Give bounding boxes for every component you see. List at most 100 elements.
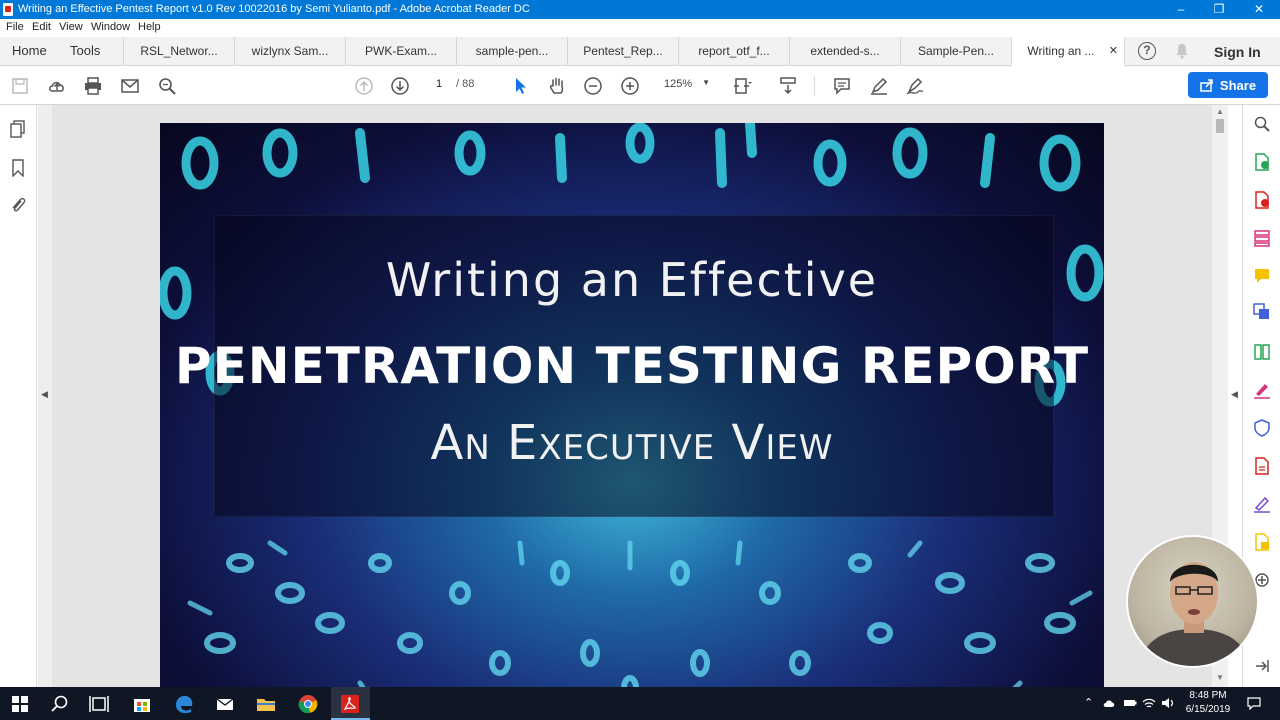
doc-tab-label: Writing an ... (1027, 44, 1095, 58)
doc-tab-label: RSL_Networ... (140, 44, 218, 58)
doc-tab-label: extended-s... (810, 44, 880, 58)
document-title-line2: PENETRATION TESTING REPORT (174, 337, 1090, 395)
home-tab[interactable]: Home (12, 43, 47, 58)
doc-tab-label: report_otf_f... (698, 44, 770, 58)
close-tab-icon[interactable]: ✕ (1109, 37, 1118, 66)
organize-pages-icon[interactable] (1253, 343, 1271, 361)
bookmark-icon[interactable] (9, 159, 27, 177)
email-icon[interactable] (119, 75, 141, 97)
doc-tab[interactable]: PWK-Exam... (345, 37, 456, 66)
bell-icon[interactable] (1174, 43, 1190, 59)
close-window-button[interactable]: ✕ (1240, 0, 1278, 19)
pdf-document-icon[interactable] (1253, 457, 1271, 475)
taskbar-clock[interactable]: 8:48 PM 6/15/2019 (1178, 689, 1238, 717)
left-panel-toggle[interactable]: ◀ (38, 105, 52, 687)
page-number-input[interactable]: 1 (427, 78, 451, 90)
share-button[interactable]: Share (1188, 72, 1268, 98)
menu-help[interactable]: Help (138, 21, 161, 33)
combine-files-icon[interactable] (1253, 303, 1271, 321)
scroll-mode-icon[interactable] (777, 75, 799, 97)
menu-view[interactable]: View (59, 21, 83, 33)
page-fit-icon[interactable] (731, 75, 753, 97)
print-icon[interactable] (82, 75, 104, 97)
doc-tab[interactable]: Pentest_Rep... (567, 37, 678, 66)
left-nav-panel (0, 105, 37, 687)
export-pdf-icon[interactable] (1253, 153, 1271, 171)
scrollbar-thumb[interactable] (1216, 119, 1224, 133)
volume-icon[interactable] (1161, 696, 1175, 710)
battery-icon[interactable] (1123, 696, 1137, 710)
previous-page-icon[interactable] (353, 75, 375, 97)
page-thumbnails-icon[interactable] (9, 120, 27, 138)
chrome-browser-icon[interactable] (297, 693, 319, 715)
doc-tab[interactable]: wizlynx Sam... (234, 37, 345, 66)
tab-bar: Home Tools RSL_Networ... wizlynx Sam... … (0, 37, 1280, 67)
zoom-search-icon[interactable] (1253, 115, 1271, 133)
select-cursor-icon[interactable] (509, 75, 531, 97)
onedrive-cloud-icon[interactable] (1103, 696, 1117, 710)
zoom-in-icon[interactable] (619, 75, 641, 97)
doc-tab[interactable]: report_otf_f... (678, 37, 789, 66)
chevron-left-icon: ◀ (41, 389, 48, 399)
next-page-icon[interactable] (389, 75, 411, 97)
help-icon[interactable]: ? (1138, 42, 1156, 60)
tools-tab[interactable]: Tools (70, 43, 100, 58)
document-title-line3: An Executive View (430, 415, 834, 471)
document-viewport[interactable]: Writing an Effective PENETRATION TESTING… (52, 105, 1212, 687)
windows-start-icon[interactable] (9, 693, 31, 715)
share-label: Share (1219, 77, 1257, 93)
webcam-overlay (1126, 535, 1259, 668)
hand-tool-icon[interactable] (546, 75, 568, 97)
chevron-left-icon: ◀ (1231, 389, 1238, 399)
tray-chevron-up-icon[interactable]: ⌃ (1084, 696, 1098, 710)
file-explorer-icon[interactable] (255, 693, 277, 715)
wifi-icon[interactable] (1142, 696, 1156, 710)
zoom-dropdown[interactable]: 125% ▼ (656, 78, 714, 90)
toolbar: 1 / 88 125% ▼ (0, 66, 1280, 105)
search-icon[interactable] (49, 693, 71, 715)
highlight-pen-icon[interactable] (868, 75, 890, 97)
comment-tool-icon[interactable] (1253, 267, 1271, 285)
scroll-down-icon[interactable]: ▼ (1216, 673, 1224, 682)
doc-tab-active[interactable]: Writing an ... ✕ (1011, 37, 1125, 67)
protect-shield-icon[interactable] (1253, 419, 1271, 437)
acrobat-taskbar-button[interactable] (331, 687, 370, 720)
toolbar-divider (814, 76, 815, 96)
doc-tab-label: PWK-Exam... (364, 44, 437, 58)
task-view-icon[interactable] (88, 693, 110, 715)
acrobat-app-icon (3, 3, 13, 16)
search-icon[interactable] (156, 75, 178, 97)
doc-tab-label: Sample-Pen... (917, 44, 995, 58)
save-icon[interactable] (9, 75, 31, 97)
minimize-button[interactable]: – (1162, 0, 1200, 19)
edit-pdf-icon[interactable] (1253, 229, 1271, 247)
sign-in-link[interactable]: Sign In (1214, 44, 1261, 60)
doc-tab[interactable]: sample-pen... (456, 37, 567, 66)
notification-center-icon[interactable] (1247, 696, 1261, 710)
mail-icon[interactable] (214, 693, 236, 715)
collapse-panel-icon[interactable] (1253, 657, 1271, 675)
attachment-icon[interactable] (9, 196, 27, 214)
doc-tab[interactable]: RSL_Networ... (123, 37, 234, 66)
clock-time: 8:48 PM (1189, 690, 1227, 701)
pdf-page: Writing an Effective PENETRATION TESTING… (160, 123, 1104, 687)
fill-sign-icon[interactable] (1253, 381, 1271, 399)
sign-icon[interactable] (904, 75, 926, 97)
menu-edit[interactable]: Edit (32, 21, 51, 33)
doc-tab[interactable]: extended-s... (789, 37, 900, 66)
zoom-out-icon[interactable] (582, 75, 604, 97)
upload-cloud-icon[interactable] (46, 75, 68, 97)
signature-pen-icon[interactable] (1253, 495, 1271, 513)
comment-icon[interactable] (831, 75, 853, 97)
send-review-icon[interactable] (1253, 533, 1271, 551)
create-pdf-icon[interactable] (1253, 191, 1271, 209)
document-title-line1: Writing an Effective (385, 253, 879, 307)
restore-button[interactable]: ❐ (1200, 0, 1238, 19)
store-icon[interactable] (131, 693, 153, 715)
menu-window[interactable]: Window (91, 21, 130, 33)
edge-browser-icon[interactable] (173, 693, 195, 715)
scroll-up-icon[interactable]: ▲ (1216, 107, 1224, 116)
doc-tab[interactable]: Sample-Pen... (900, 37, 1011, 66)
presenter-avatar (1138, 562, 1251, 666)
menu-file[interactable]: File (6, 21, 24, 33)
